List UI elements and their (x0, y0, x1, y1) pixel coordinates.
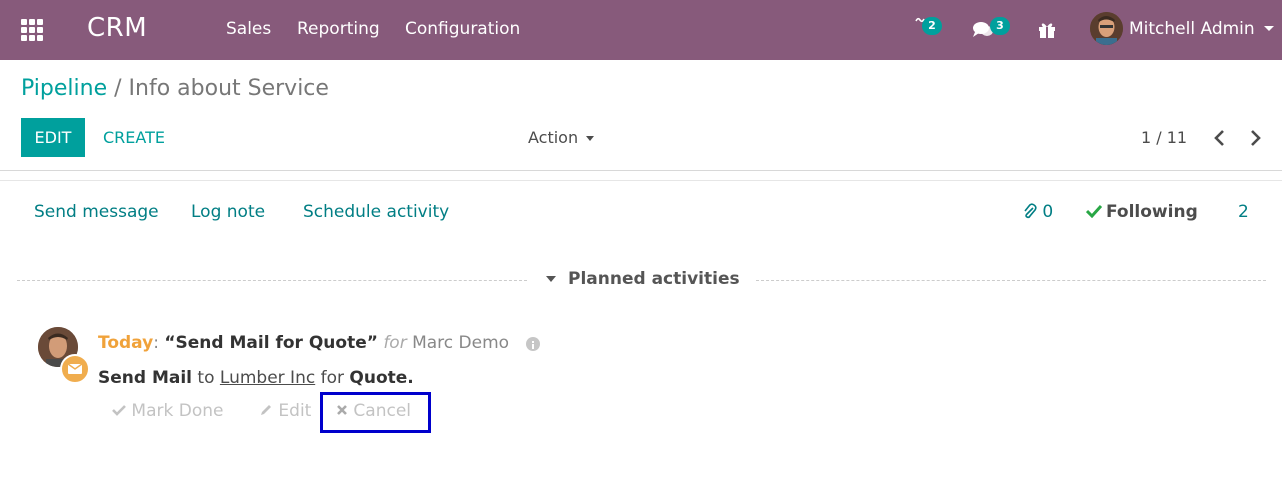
avatar (1090, 12, 1123, 45)
activity-count-badge: 2 (922, 17, 942, 35)
divider (17, 280, 527, 281)
to-label: to (197, 368, 215, 388)
gift-button[interactable] (1038, 16, 1060, 44)
attachments-button[interactable]: 0 (1023, 202, 1053, 222)
breadcrumb-separator: / (114, 76, 122, 101)
planned-activities-title: Planned activities (568, 269, 740, 289)
menu-reporting[interactable]: Reporting (297, 19, 380, 39)
highlight-box (320, 392, 431, 433)
breadcrumb-current: Info about Service (128, 76, 329, 101)
check-icon (112, 405, 126, 416)
activity-header: Today: “Send Mail for Quote” for Marc De… (98, 333, 509, 353)
divider (0, 180, 1282, 181)
activity-details: Send Mail to Lumber Inc for Quote. (98, 368, 414, 388)
divider (0, 170, 1282, 171)
top-navbar: CRM Sales Reporting Configuration 2 3 Mi… (0, 0, 1282, 60)
menu-configuration[interactable]: Configuration (405, 19, 520, 39)
edit-activity-button[interactable]: Edit (259, 401, 311, 421)
activity-type: Send Mail (98, 368, 193, 388)
paperclip-icon (1024, 203, 1037, 219)
edit-button[interactable]: EDIT (21, 118, 85, 157)
activity-date: Today (98, 333, 154, 353)
chevron-down-icon[interactable] (1264, 26, 1274, 31)
pager-value[interactable]: 1 / 11 (1141, 128, 1187, 147)
activity-for-label: for (383, 333, 407, 353)
divider (756, 280, 1266, 281)
mark-done-button[interactable]: Mark Done (112, 401, 223, 421)
activity-type-badge (60, 354, 90, 384)
activity-menu[interactable]: 2 (912, 16, 948, 44)
activity-assignee: Marc Demo (412, 333, 510, 353)
info-icon[interactable] (526, 337, 540, 351)
activity-colon: : (153, 333, 159, 353)
apps-grid-icon[interactable] (21, 19, 44, 41)
for-label: for (320, 368, 344, 388)
app-name[interactable]: CRM (87, 13, 147, 43)
pencil-icon (261, 405, 271, 415)
messaging-menu[interactable]: 3 (970, 16, 1014, 44)
followers-count[interactable]: 2 (1238, 202, 1249, 222)
message-count-badge: 3 (990, 17, 1010, 35)
envelope-icon (68, 364, 82, 374)
gift-icon (1039, 23, 1055, 38)
mark-done-label: Mark Done (131, 401, 224, 421)
planned-activities-toggle[interactable]: Planned activities (546, 269, 740, 289)
menu-sales[interactable]: Sales (226, 19, 271, 39)
activity-summary: “Send Mail for Quote” (164, 333, 378, 353)
schedule-activity-button[interactable]: Schedule activity (303, 202, 449, 222)
following-label: Following (1106, 202, 1198, 222)
partner-link[interactable]: Lumber Inc (220, 368, 315, 388)
log-note-button[interactable]: Log note (191, 202, 265, 222)
action-label: Action (528, 128, 579, 147)
attachment-count: 0 (1042, 202, 1054, 222)
following-button[interactable]: Following (1085, 202, 1198, 222)
breadcrumb-pipeline[interactable]: Pipeline (21, 76, 107, 101)
send-message-button[interactable]: Send message (34, 202, 159, 222)
create-button[interactable]: CREATE (103, 128, 165, 147)
edit-activity-label: Edit (278, 401, 312, 421)
caret-down-icon (546, 276, 556, 282)
chevron-down-icon (586, 136, 595, 141)
breadcrumb: Pipeline / Info about Service (21, 76, 329, 101)
record-name: Quote. (349, 368, 414, 388)
action-dropdown[interactable]: Action (528, 128, 595, 147)
user-name: Mitchell Admin (1129, 19, 1255, 39)
chevron-right-icon[interactable] (1248, 129, 1262, 147)
chevron-left-icon[interactable] (1213, 129, 1227, 147)
check-icon (1085, 204, 1103, 219)
